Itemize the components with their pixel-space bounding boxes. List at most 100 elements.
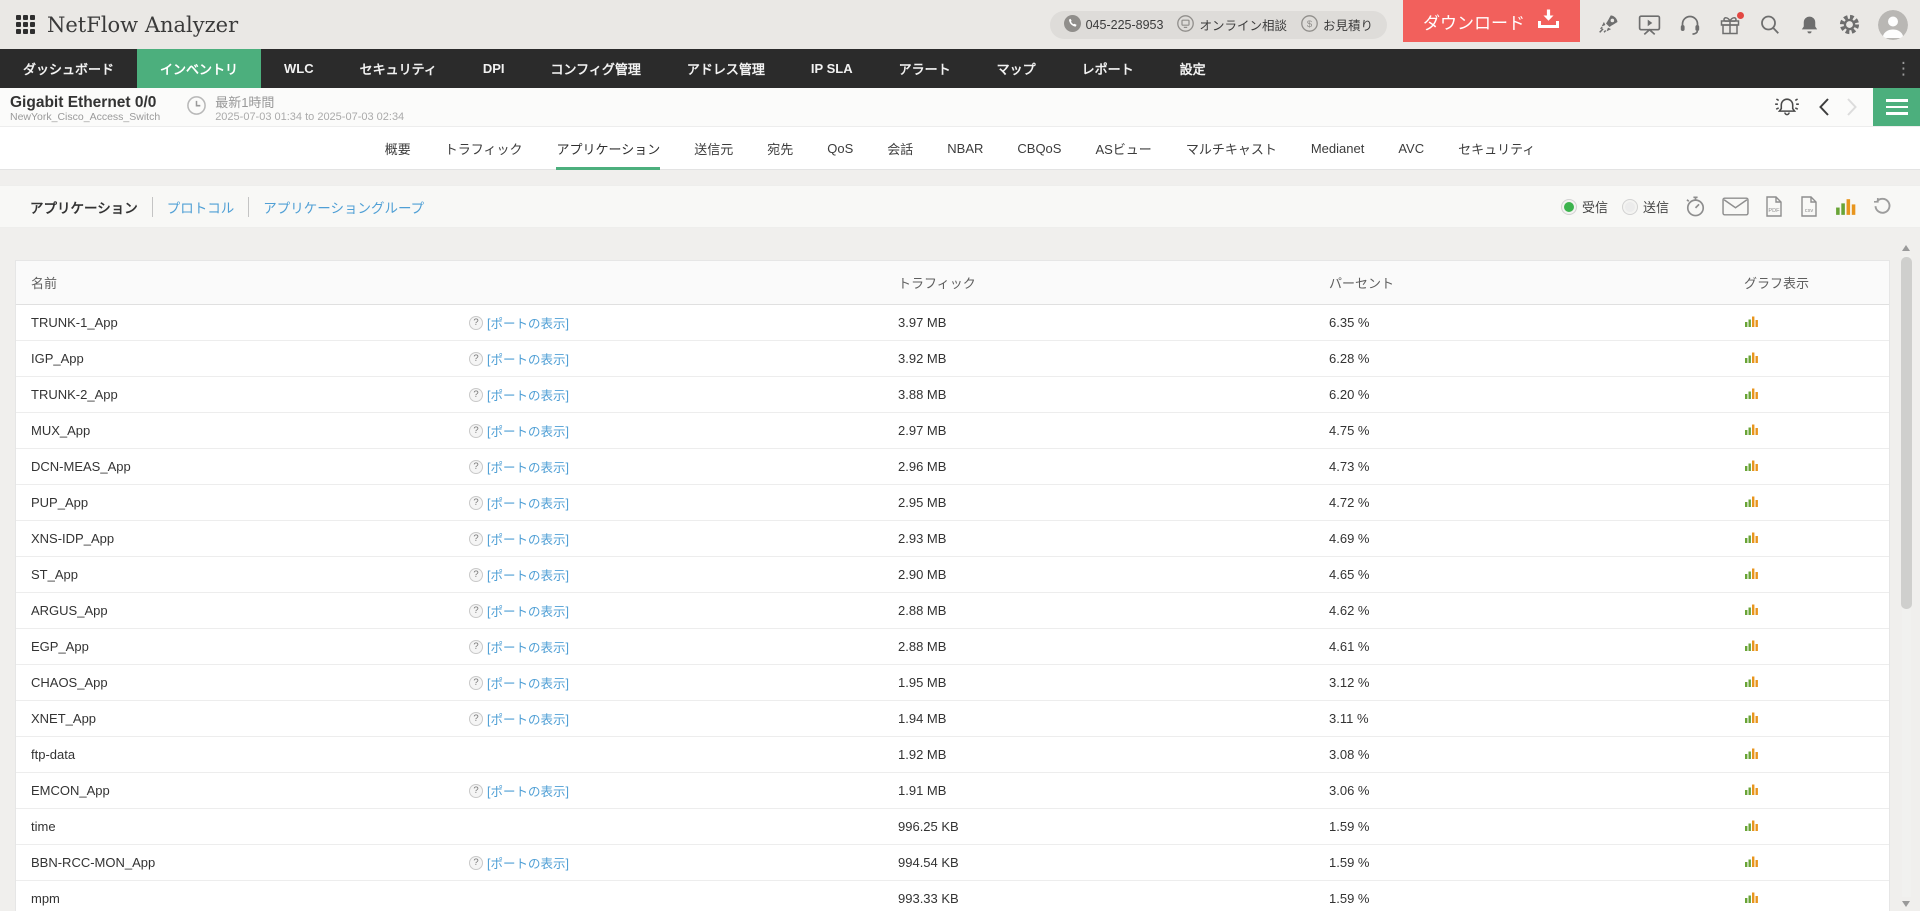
show-ports-link[interactable]: [ポートの表示] bbox=[487, 781, 569, 800]
help-icon[interactable]: ? bbox=[469, 460, 483, 474]
nav-item[interactable]: WLC bbox=[261, 49, 337, 88]
show-ports-link[interactable]: [ポートの表示] bbox=[487, 313, 569, 332]
report-tab[interactable]: ASビュー bbox=[1095, 127, 1151, 170]
whats-new-gift-icon[interactable] bbox=[1718, 13, 1742, 36]
help-icon[interactable]: ? bbox=[469, 316, 483, 330]
nav-item[interactable]: レポート bbox=[1059, 49, 1157, 88]
notifications-bell-icon[interactable] bbox=[1798, 13, 1821, 37]
quote-link[interactable]: $ お見積り bbox=[1301, 15, 1373, 35]
help-icon[interactable]: ? bbox=[469, 424, 483, 438]
row-graph-icon[interactable] bbox=[1744, 782, 1759, 799]
help-icon[interactable]: ? bbox=[469, 352, 483, 366]
row-graph-icon[interactable] bbox=[1744, 890, 1759, 907]
view-switch-item[interactable]: アプリケーション bbox=[30, 197, 152, 217]
row-graph-icon[interactable] bbox=[1744, 710, 1759, 727]
interface-menu-button[interactable] bbox=[1873, 88, 1920, 126]
report-tab[interactable]: NBAR bbox=[947, 127, 983, 170]
help-icon[interactable]: ? bbox=[469, 388, 483, 402]
nav-item[interactable]: セキュリティ bbox=[337, 49, 460, 88]
scroll-up-arrow-icon[interactable] bbox=[1902, 245, 1910, 251]
scrollbar-thumb[interactable] bbox=[1901, 257, 1912, 609]
row-graph-icon[interactable] bbox=[1744, 314, 1759, 331]
support-headset-icon[interactable] bbox=[1678, 13, 1702, 36]
row-graph-icon[interactable] bbox=[1744, 530, 1759, 547]
online-consult-link[interactable]: オンライン相談 bbox=[1177, 15, 1287, 35]
report-tab[interactable]: マルチキャスト bbox=[1186, 127, 1277, 170]
row-graph-icon[interactable] bbox=[1744, 422, 1759, 439]
report-tab[interactable]: AVC bbox=[1398, 127, 1424, 170]
nav-item[interactable]: DPI bbox=[460, 49, 528, 88]
show-ports-link[interactable]: [ポートの表示] bbox=[487, 673, 569, 692]
row-graph-icon[interactable] bbox=[1744, 350, 1759, 367]
demo-video-icon[interactable] bbox=[1637, 13, 1662, 36]
schedule-icon[interactable] bbox=[1684, 195, 1707, 218]
report-tab[interactable]: QoS bbox=[827, 127, 853, 170]
nav-item[interactable]: コンフィグ管理 bbox=[528, 49, 664, 88]
nav-item[interactable]: マップ bbox=[974, 49, 1059, 88]
help-icon[interactable]: ? bbox=[469, 640, 483, 654]
show-ports-link[interactable]: [ポートの表示] bbox=[487, 385, 569, 404]
getting-started-rocket-icon[interactable] bbox=[1596, 12, 1621, 37]
nav-item[interactable]: インベントリ bbox=[137, 49, 261, 88]
show-ports-link[interactable]: [ポートの表示] bbox=[487, 565, 569, 584]
report-tab[interactable]: 概要 bbox=[385, 127, 411, 170]
row-graph-icon[interactable] bbox=[1744, 854, 1759, 871]
report-tab[interactable]: 送信元 bbox=[694, 127, 733, 170]
show-ports-link[interactable]: [ポートの表示] bbox=[487, 853, 569, 872]
row-graph-icon[interactable] bbox=[1744, 566, 1759, 583]
row-graph-icon[interactable] bbox=[1744, 458, 1759, 475]
csv-export-icon[interactable]: csv bbox=[1799, 195, 1819, 218]
user-avatar[interactable] bbox=[1878, 10, 1908, 40]
help-icon[interactable]: ? bbox=[469, 856, 483, 870]
apps-grid-icon[interactable] bbox=[16, 15, 35, 34]
vertical-scrollbar[interactable] bbox=[1900, 243, 1913, 909]
time-period-selector[interactable]: 最新1時間 2025-07-03 01:34 to 2025-07-03 02:… bbox=[186, 91, 404, 124]
row-graph-icon[interactable] bbox=[1744, 494, 1759, 511]
alarm-bell-icon[interactable] bbox=[1771, 94, 1803, 121]
help-icon[interactable]: ? bbox=[469, 604, 483, 618]
nav-item[interactable]: アドレス管理 bbox=[664, 49, 788, 88]
report-tab[interactable]: トラフィック bbox=[445, 127, 523, 170]
show-ports-link[interactable]: [ポートの表示] bbox=[487, 421, 569, 440]
row-graph-icon[interactable] bbox=[1744, 638, 1759, 655]
chart-view-icon[interactable] bbox=[1834, 196, 1857, 217]
report-tab[interactable]: 会話 bbox=[887, 127, 913, 170]
row-graph-icon[interactable] bbox=[1744, 674, 1759, 691]
show-ports-link[interactable]: [ポートの表示] bbox=[487, 601, 569, 620]
row-graph-icon[interactable] bbox=[1744, 386, 1759, 403]
show-ports-link[interactable]: [ポートの表示] bbox=[487, 457, 569, 476]
pdf-export-icon[interactable]: PDF bbox=[1764, 195, 1784, 218]
show-ports-link[interactable]: [ポートの表示] bbox=[487, 493, 569, 512]
row-graph-icon[interactable] bbox=[1744, 746, 1759, 763]
report-tab[interactable]: 宛先 bbox=[767, 127, 793, 170]
receive-radio[interactable]: 受信 bbox=[1562, 197, 1608, 216]
send-radio[interactable]: 送信 bbox=[1623, 197, 1669, 216]
view-switch-item[interactable]: アプリケーショングループ bbox=[248, 197, 438, 217]
help-icon[interactable]: ? bbox=[469, 676, 483, 690]
settings-gear-icon[interactable] bbox=[1837, 12, 1862, 37]
help-icon[interactable]: ? bbox=[469, 712, 483, 726]
help-icon[interactable]: ? bbox=[469, 496, 483, 510]
help-icon[interactable]: ? bbox=[469, 568, 483, 582]
row-graph-icon[interactable] bbox=[1744, 818, 1759, 835]
row-graph-icon[interactable] bbox=[1744, 602, 1759, 619]
nav-overflow-kebab-icon[interactable]: ⋮ bbox=[1895, 59, 1912, 79]
show-ports-link[interactable]: [ポートの表示] bbox=[487, 709, 569, 728]
report-tab[interactable]: Medianet bbox=[1311, 127, 1364, 170]
scroll-down-arrow-icon[interactable] bbox=[1902, 901, 1910, 907]
nav-item[interactable]: アラート bbox=[876, 49, 974, 88]
show-ports-link[interactable]: [ポートの表示] bbox=[487, 529, 569, 548]
email-icon[interactable] bbox=[1722, 197, 1749, 216]
phone-number[interactable]: 045-225-8953 bbox=[1064, 15, 1164, 35]
view-switch-item[interactable]: プロトコル bbox=[152, 197, 249, 217]
help-icon[interactable]: ? bbox=[469, 784, 483, 798]
report-tab[interactable]: セキュリティ bbox=[1458, 127, 1535, 170]
nav-item[interactable]: IP SLA bbox=[788, 49, 876, 88]
prev-interface-chevron[interactable] bbox=[1817, 97, 1831, 117]
download-button[interactable]: ダウンロード bbox=[1403, 0, 1580, 42]
report-tab[interactable]: アプリケーション bbox=[556, 127, 660, 170]
refresh-icon[interactable] bbox=[1872, 197, 1892, 217]
search-icon[interactable] bbox=[1758, 13, 1782, 37]
show-ports-link[interactable]: [ポートの表示] bbox=[487, 349, 569, 368]
nav-item[interactable]: 設定 bbox=[1157, 49, 1229, 88]
